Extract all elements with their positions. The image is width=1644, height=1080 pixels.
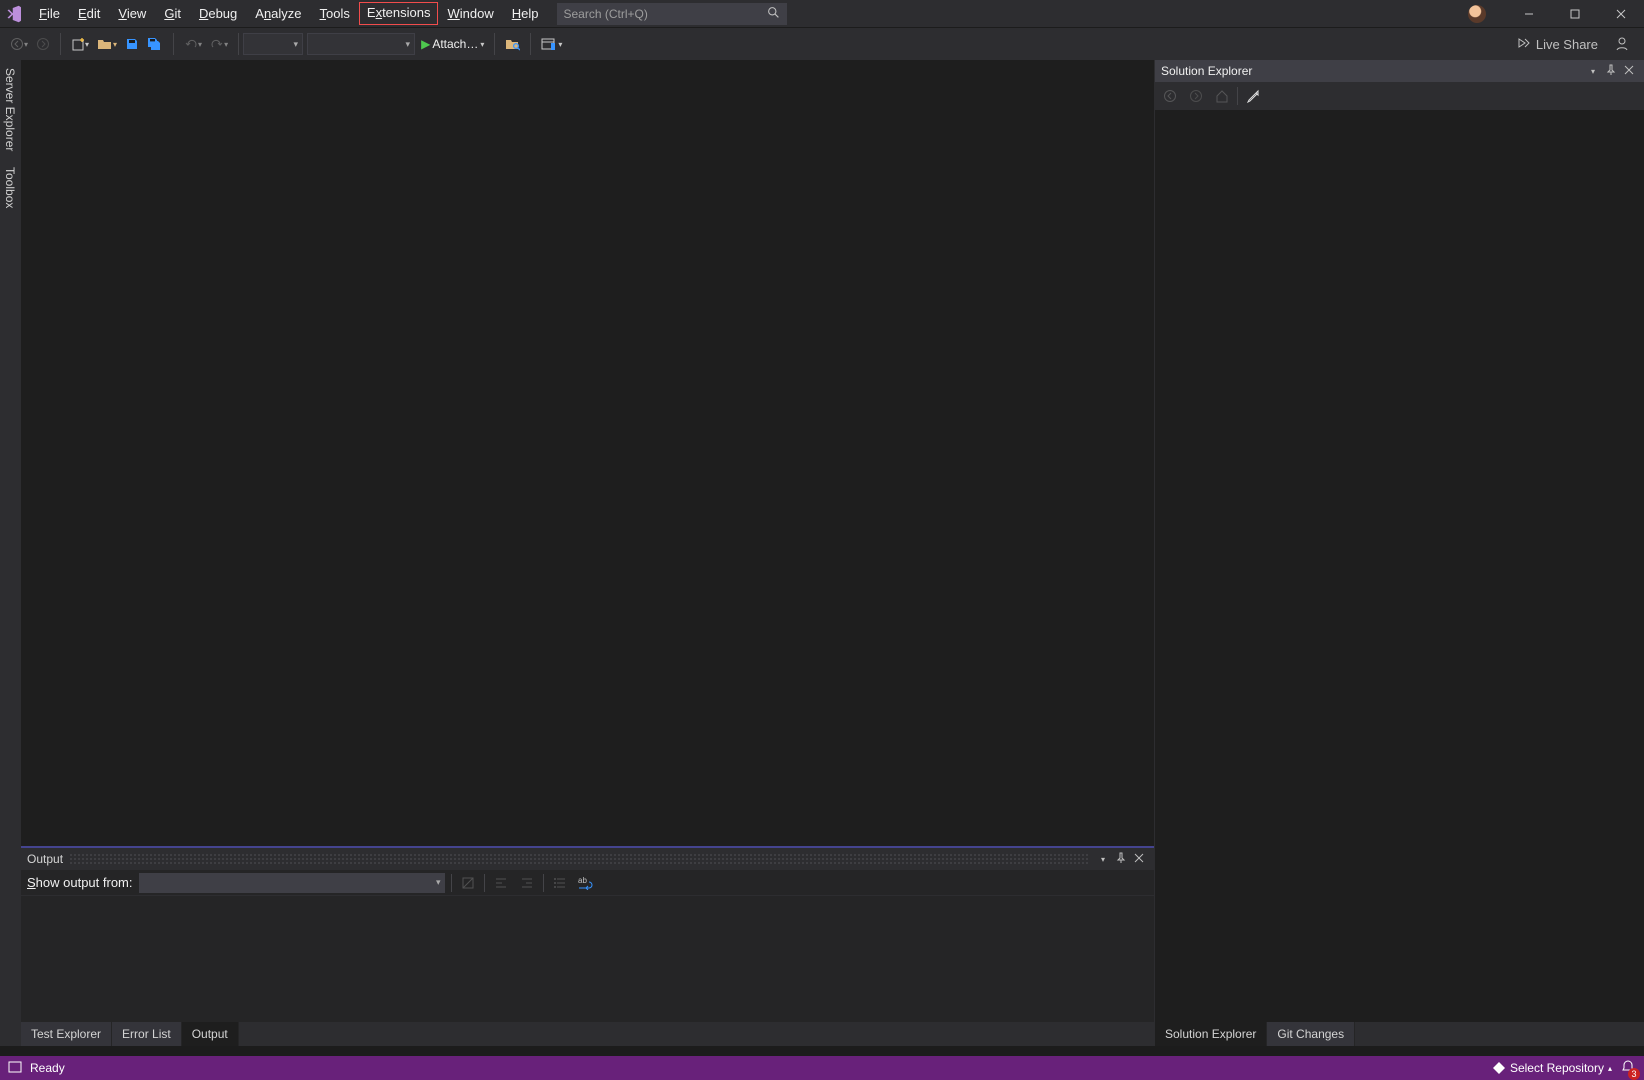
status-output-icon xyxy=(8,1061,22,1076)
menu-item-edit[interactable]: Edit xyxy=(69,2,109,25)
output-close-button[interactable] xyxy=(1130,852,1148,866)
menu-item-analyze[interactable]: Analyze xyxy=(246,2,310,25)
undo-button[interactable]: ▾ xyxy=(180,33,206,55)
bottom-tabs-right: Solution ExplorerGit Changes xyxy=(1155,1022,1644,1046)
solution-explorer-panel: Solution Explorer ▾ Solution ExplorerGit… xyxy=(1154,60,1644,1046)
minimize-button[interactable] xyxy=(1506,0,1552,27)
output-panel-title: Output xyxy=(27,852,63,866)
output-indent-left-button[interactable] xyxy=(491,873,511,893)
account-avatar[interactable] xyxy=(1468,5,1486,23)
search-input[interactable]: Search (Ctrl+Q) xyxy=(557,3,787,25)
se-close-button[interactable] xyxy=(1620,64,1638,78)
save-all-button[interactable] xyxy=(143,33,167,55)
menu-item-window[interactable]: Window xyxy=(438,2,502,25)
vs-logo-icon xyxy=(0,1,26,27)
bottom-tab-error-list[interactable]: Error List xyxy=(112,1022,182,1046)
menu-item-view[interactable]: View xyxy=(109,2,155,25)
solution-config-dropdown[interactable]: ▾ xyxy=(243,33,303,55)
bottom-tab-solution-explorer[interactable]: Solution Explorer xyxy=(1155,1022,1267,1046)
search-placeholder-text: Search (Ctrl+Q) xyxy=(563,7,647,21)
play-icon: ▶ xyxy=(421,37,430,51)
menu-item-tools[interactable]: Tools xyxy=(311,2,359,25)
output-indent-right-button[interactable] xyxy=(517,873,537,893)
redo-button[interactable]: ▾ xyxy=(206,33,232,55)
nav-back-button[interactable]: ▾ xyxy=(6,33,32,55)
bottom-tab-test-explorer[interactable]: Test Explorer xyxy=(21,1022,112,1046)
se-pin-button[interactable] xyxy=(1602,64,1620,79)
new-item-button[interactable]: ▾ xyxy=(67,33,93,55)
notification-count-badge: 3 xyxy=(1628,1068,1640,1080)
start-attach-button[interactable]: ▶ Attach… ▾ xyxy=(417,33,488,55)
select-repository-button[interactable]: Select Repository ▴ xyxy=(1492,1061,1612,1075)
se-back-button[interactable] xyxy=(1159,85,1181,107)
output-source-label: how output from: xyxy=(36,875,133,890)
se-forward-button[interactable] xyxy=(1185,85,1207,107)
search-icon xyxy=(767,6,781,22)
solution-explorer-title: Solution Explorer xyxy=(1161,64,1252,78)
main-toolbar: ▾ ▾ ▾ ▾ ▾ ▾ ▾ ▶ Attach… ▾ ▾ Live Share xyxy=(0,27,1644,60)
select-repository-label: Select Repository xyxy=(1510,1061,1604,1075)
attach-label: Attach… xyxy=(432,37,478,51)
menu-item-git[interactable]: Git xyxy=(155,2,190,25)
nav-forward-button[interactable] xyxy=(32,33,54,55)
output-pin-button[interactable] xyxy=(1112,852,1130,867)
solution-explorer-body xyxy=(1155,110,1644,1022)
bottom-tab-output[interactable]: Output xyxy=(182,1022,239,1046)
close-button[interactable] xyxy=(1598,0,1644,27)
notifications-button[interactable]: 3 xyxy=(1620,1059,1636,1078)
side-tab-toolbox[interactable]: Toolbox xyxy=(1,159,19,216)
menu-item-extensions[interactable]: Extensions xyxy=(359,2,439,25)
menu-item-help[interactable]: Help xyxy=(503,2,548,25)
svg-text:ab: ab xyxy=(578,876,587,885)
se-window-options-button[interactable]: ▾ xyxy=(1584,67,1602,76)
side-tab-server-explorer[interactable]: Server Explorer xyxy=(1,60,19,159)
live-share-button[interactable]: Live Share xyxy=(1509,36,1604,53)
bottom-tab-git-changes[interactable]: Git Changes xyxy=(1267,1022,1355,1046)
statusbar: Ready Select Repository ▴ 3 xyxy=(0,1056,1644,1080)
menu-item-debug[interactable]: Debug xyxy=(190,2,246,25)
output-panel: Output ▾ Show output from: ▾ ab xyxy=(21,848,1154,1022)
solution-platform-dropdown[interactable]: ▾ xyxy=(307,33,415,55)
left-sidebar-tabs: Server Explorer Toolbox xyxy=(0,60,20,1046)
status-ready-label: Ready xyxy=(30,1061,65,1075)
save-button[interactable] xyxy=(121,33,143,55)
menu-item-file[interactable]: File xyxy=(30,2,69,25)
output-window-options-button[interactable]: ▾ xyxy=(1094,855,1112,864)
maximize-button[interactable] xyxy=(1552,0,1598,27)
live-share-icon xyxy=(1515,36,1530,53)
bottom-tabs-left: Test ExplorerError ListOutput xyxy=(21,1022,1154,1046)
output-source-dropdown[interactable]: ▾ xyxy=(139,873,445,893)
output-clear-button[interactable] xyxy=(458,873,478,893)
live-share-label: Live Share xyxy=(1536,37,1598,52)
output-list-button[interactable] xyxy=(550,873,570,893)
window-layout-button[interactable]: ▾ xyxy=(537,33,566,55)
output-wordwrap-button[interactable]: ab xyxy=(576,873,596,893)
feedback-button[interactable] xyxy=(1610,33,1634,55)
find-in-files-button[interactable] xyxy=(501,33,524,55)
output-body xyxy=(21,896,1154,1022)
editor-empty-area xyxy=(21,60,1154,846)
se-properties-button[interactable] xyxy=(1242,85,1264,107)
se-home-button[interactable] xyxy=(1211,85,1233,107)
output-splitter[interactable] xyxy=(21,846,1154,848)
open-button[interactable]: ▾ xyxy=(93,33,121,55)
